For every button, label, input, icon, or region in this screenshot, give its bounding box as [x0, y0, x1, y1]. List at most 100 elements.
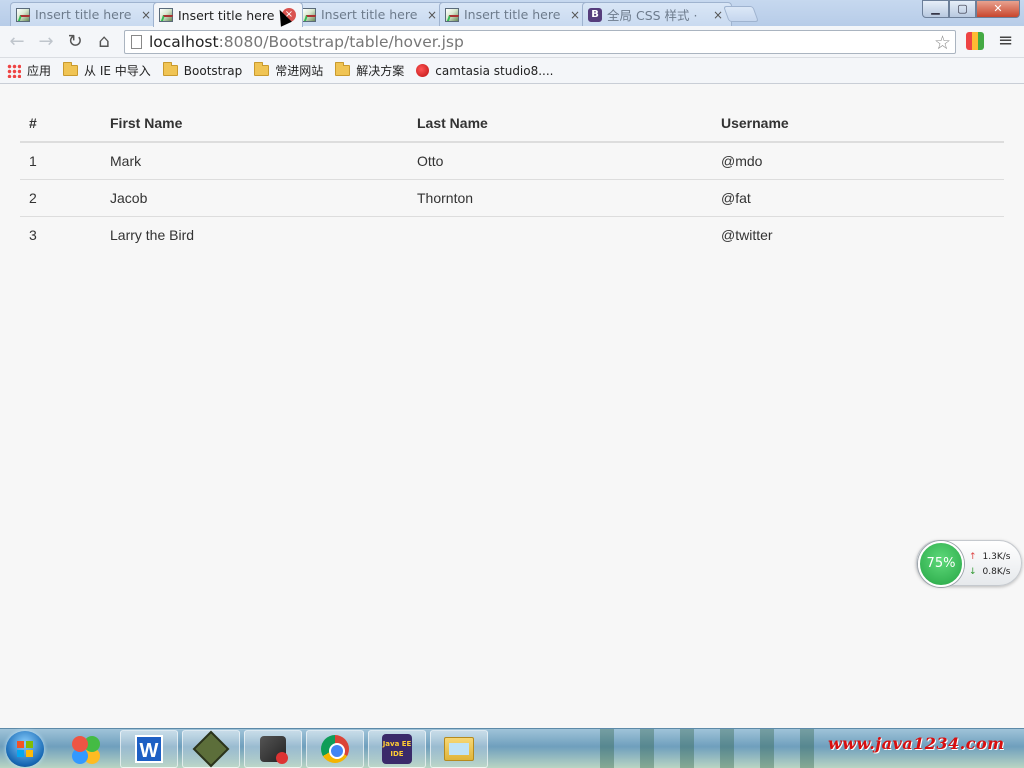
bookmark-import-ie[interactable]: 从 IE 中导入	[63, 62, 151, 79]
gear-app-icon	[260, 736, 288, 764]
taskbar-chrome[interactable]	[306, 730, 364, 768]
folder-icon	[63, 62, 79, 76]
taskbar-gear-app[interactable]	[244, 730, 302, 768]
hover-table: # First Name Last Name Username 1 Mark O…	[20, 105, 1004, 253]
table-cell: @mdo	[712, 142, 1004, 180]
folder-icon	[254, 62, 270, 76]
table-cell: @twitter	[721, 226, 773, 243]
table-cell: Otto	[408, 142, 712, 180]
bookmark-camtasia[interactable]: camtasia studio8....	[416, 63, 554, 78]
url-host: localhost	[149, 33, 219, 51]
page-image-icon	[445, 7, 459, 22]
network-speed-widget[interactable]: 75% ↑ 1.3K/s ↓ 0.8K/s	[916, 540, 1022, 587]
table-cell: Thornton	[408, 179, 712, 217]
taskbar-wps-writer[interactable]: W	[120, 730, 178, 768]
taskbar-file-explorer[interactable]	[430, 730, 488, 768]
download-arrow-icon: ↓	[969, 567, 977, 577]
table-cell: 2	[20, 179, 101, 217]
table-row[interactable]: 2 Jacob Thornton @fat	[20, 179, 1004, 217]
apps-icon	[7, 63, 21, 78]
table-row[interactable]: 3 Larry the Bird @twitter	[20, 216, 1004, 253]
bookmark-bootstrap[interactable]: Bootstrap	[162, 62, 243, 78]
url-path: :8080/Bootstrap/table/hover.jsp	[218, 33, 464, 51]
table-cell: @fat	[712, 179, 1004, 217]
column-header: Last Name	[408, 105, 712, 143]
table-cell	[408, 216, 712, 253]
table-row[interactable]: 1 Mark Otto @mdo	[20, 142, 1004, 180]
maximize-button[interactable]: ▢	[949, 0, 976, 18]
table-cell: 3	[29, 226, 37, 243]
bookmark-solutions[interactable]: 解决方案	[335, 62, 404, 79]
reload-button[interactable]: ↻	[64, 31, 86, 53]
green-app-icon	[192, 730, 230, 768]
home-button[interactable]: ⌂	[93, 31, 115, 53]
table-cell: 1	[20, 142, 101, 180]
browser-title-bar: Insert title here × Insert title here × …	[0, 0, 1024, 27]
download-speed-row: ↓ 0.8K/s	[969, 567, 1010, 577]
table-cell: Jacob	[101, 179, 408, 217]
bookmark-label: 从 IE 中导入	[84, 64, 151, 78]
back-button[interactable]: ←	[6, 31, 28, 53]
bookmark-label: 解决方案	[356, 64, 405, 78]
bookmarks-bar: 应用 从 IE 中导入 Bootstrap 常进网站 解决方案 camtasia…	[0, 58, 1024, 84]
tab-title: Insert title here	[464, 7, 561, 22]
tab-title: Insert title here	[35, 7, 132, 22]
bookmark-label: Bootstrap	[183, 63, 243, 78]
upload-speed-row: ↑ 1.3K/s	[969, 552, 1010, 562]
page-image-icon	[159, 8, 173, 22]
tab-close-icon[interactable]: ×	[139, 8, 153, 22]
tab-title: Insert title here	[321, 7, 418, 22]
forward-button[interactable]: →	[35, 31, 57, 53]
download-speed: 0.8K/s	[982, 567, 1011, 577]
upload-speed: 1.3K/s	[982, 552, 1011, 562]
table-cell: Mark	[101, 142, 408, 180]
usage-gauge: 75%	[918, 541, 964, 587]
table-cell: Larry the Bird	[110, 226, 195, 243]
page-icon	[131, 35, 142, 49]
bookmark-star-icon[interactable]: ☆	[934, 32, 951, 54]
tab-title: Insert title here	[178, 7, 275, 23]
file-explorer-icon	[444, 737, 474, 761]
column-header: #	[20, 105, 101, 143]
browser-tab-1[interactable]: Insert title here ×	[10, 2, 160, 26]
bookmark-apps[interactable]: 应用	[7, 62, 51, 79]
java-ee-ide-icon: Java EE IDE	[382, 734, 412, 764]
app-balls-icon	[70, 734, 100, 764]
taskbar-java-ee-ide[interactable]: Java EE IDE	[368, 730, 426, 768]
bootstrap-icon: B	[588, 7, 602, 22]
taskbar-app-balls[interactable]	[56, 730, 114, 768]
chrome-menu-icon[interactable]: ≡	[998, 30, 1013, 51]
bookmark-frequent-sites[interactable]: 常进网站	[254, 62, 323, 79]
tab-close-icon[interactable]: ×	[568, 8, 582, 22]
upload-arrow-icon: ↑	[969, 552, 977, 562]
column-header: First Name	[101, 105, 408, 143]
close-window-button[interactable]: ✕	[976, 0, 1020, 18]
window-controls: ▁ ▢ ✕	[922, 0, 1020, 18]
browser-tab-5[interactable]: B 全局 CSS 样式 · ×	[582, 2, 732, 26]
browser-toolbar: ← → ↻ ⌂ localhost:8080/Bootstrap/table/h…	[0, 26, 1024, 58]
page-image-icon	[16, 7, 30, 22]
bookmark-label: 应用	[27, 64, 52, 78]
new-tab-button[interactable]	[723, 6, 759, 22]
minimize-button[interactable]: ▁	[922, 0, 949, 18]
tab-close-icon[interactable]: ×	[425, 8, 439, 22]
windows-start-icon[interactable]	[6, 731, 44, 767]
column-header: Username	[712, 105, 1004, 143]
extension-icon[interactable]	[966, 32, 984, 50]
taskbar-green-app[interactable]	[182, 730, 240, 768]
browser-tab-4[interactable]: Insert title here ×	[439, 2, 589, 26]
taskbar-background-art	[600, 729, 820, 768]
tab-title: 全局 CSS 样式 ·	[607, 8, 698, 23]
page-content: # First Name Last Name Username 1 Mark O…	[0, 85, 1024, 728]
page-image-icon	[302, 7, 316, 22]
folder-icon	[162, 62, 178, 76]
folder-icon	[335, 62, 351, 76]
address-url[interactable]: localhost:8080/Bootstrap/table/hover.jsp	[149, 33, 464, 51]
tab-close-icon[interactable]: ×	[711, 8, 725, 22]
browser-tab-3[interactable]: Insert title here ×	[296, 2, 446, 26]
camtasia-icon	[416, 64, 430, 77]
bookmark-label: camtasia studio8....	[435, 63, 554, 78]
table-header-row: # First Name Last Name Username	[20, 105, 1004, 143]
wps-writer-icon: W	[135, 735, 163, 763]
address-bar[interactable]: localhost:8080/Bootstrap/table/hover.jsp…	[124, 30, 956, 54]
